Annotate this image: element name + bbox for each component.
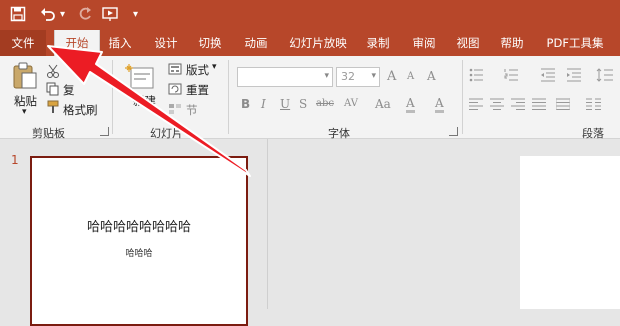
thumbnail-title-text: 哈哈哈哈哈哈哈哈 xyxy=(86,220,191,235)
thumbnail-subtitle-text: 哈哈哈 xyxy=(125,249,153,259)
new-slide-icon[interactable] xyxy=(125,64,155,93)
redo-icon[interactable] xyxy=(77,6,93,27)
distributed-icon[interactable] xyxy=(555,98,571,113)
slide-thumbnail[interactable]: 哈哈哈哈哈哈哈哈 哈哈哈 xyxy=(30,156,248,326)
ribbon-separator xyxy=(462,60,463,134)
font-name-select[interactable]: ▾ xyxy=(237,67,333,87)
character-spacing-button[interactable]: AV xyxy=(344,98,358,109)
tab-insert[interactable]: 插入 xyxy=(104,30,136,56)
font-group-label: 字体 xyxy=(328,127,350,140)
font-size-value: 32 xyxy=(341,70,355,83)
bold-button[interactable]: B xyxy=(241,97,250,111)
tab-view[interactable]: 视图 xyxy=(452,30,484,56)
slide-number: 1 xyxy=(11,153,19,167)
format-painter-label[interactable]: 格式刷 xyxy=(63,102,98,118)
font-color-button[interactable]: A xyxy=(435,97,444,113)
ribbon: 粘贴 ▾ 复 格式刷 剪贴板 新建 版式 ▾ 重置 节 幻灯片 ▾ 32 ▾ A… xyxy=(0,56,620,140)
chevron-down-icon: ▾ xyxy=(324,71,329,81)
underline-button[interactable]: U xyxy=(280,97,290,111)
cut-icon[interactable] xyxy=(46,64,60,81)
clear-formatting-icon[interactable]: A xyxy=(427,69,436,83)
paragraph-group-label: 段落 xyxy=(582,127,604,140)
customize-toolbar-icon[interactable]: ▾ xyxy=(133,6,138,24)
italic-button[interactable]: I xyxy=(261,97,266,111)
section-label[interactable]: 节 xyxy=(186,102,198,118)
undo-icon[interactable] xyxy=(40,6,56,27)
grow-font-icon[interactable]: A xyxy=(387,69,396,84)
tab-animations[interactable]: 动画 xyxy=(240,30,272,56)
highlight-color-button[interactable]: A xyxy=(406,97,415,113)
change-case-button[interactable]: Aa xyxy=(375,97,391,111)
line-spacing-icon[interactable] xyxy=(596,68,614,85)
align-left-icon[interactable] xyxy=(469,98,483,113)
chevron-down-icon: ▾ xyxy=(371,71,376,81)
ribbon-separator xyxy=(112,60,113,134)
tab-transitions[interactable]: 切换 xyxy=(194,30,226,56)
present-from-beginning-icon[interactable] xyxy=(102,6,120,27)
tab-record[interactable]: 录制 xyxy=(362,30,394,56)
columns-icon[interactable] xyxy=(586,98,602,113)
tab-home[interactable]: 开始 xyxy=(54,30,100,56)
section-icon[interactable] xyxy=(168,103,182,118)
new-slide-label[interactable]: 新建 xyxy=(133,93,156,109)
decrease-indent-icon[interactable] xyxy=(540,68,558,85)
copy-label[interactable]: 复 xyxy=(63,82,75,98)
justify-icon[interactable] xyxy=(532,98,546,113)
font-launcher-icon[interactable] xyxy=(449,127,458,136)
ribbon-separator xyxy=(228,60,229,134)
ribbon-tabs: 文件 开始 插入 设计 切换 动画 幻灯片放映 录制 审阅 视图 帮助 PDF工… xyxy=(0,30,620,56)
font-size-select[interactable]: 32 ▾ xyxy=(336,67,380,87)
tab-help[interactable]: 帮助 xyxy=(496,30,528,56)
slide-editing-canvas[interactable] xyxy=(520,156,620,309)
tab-design[interactable]: 设计 xyxy=(150,30,182,56)
save-icon[interactable] xyxy=(10,6,26,27)
layout-label[interactable]: 版式 xyxy=(186,62,209,78)
bullets-icon[interactable] xyxy=(469,68,487,85)
align-center-icon[interactable] xyxy=(490,98,504,113)
copy-icon[interactable] xyxy=(46,82,60,99)
title-bar: ▾ ▾ xyxy=(0,0,620,30)
tab-file[interactable]: 文件 xyxy=(0,30,46,56)
format-painter-icon[interactable] xyxy=(46,100,60,117)
align-right-icon[interactable] xyxy=(511,98,525,113)
paste-icon[interactable] xyxy=(12,62,38,93)
tab-slideshow[interactable]: 幻灯片放映 xyxy=(284,30,352,56)
tab-pdf-tools[interactable]: PDF工具集 xyxy=(540,30,610,56)
layout-icon[interactable] xyxy=(168,63,182,78)
clipboard-launcher-icon[interactable] xyxy=(100,127,109,136)
reset-label[interactable]: 重置 xyxy=(186,82,209,98)
reset-icon[interactable] xyxy=(168,83,182,98)
layout-dropdown-icon[interactable]: ▾ xyxy=(212,62,217,72)
text-shadow-button[interactable]: S xyxy=(299,97,307,111)
paste-dropdown-icon[interactable]: ▾ xyxy=(22,107,27,117)
undo-dropdown-icon[interactable]: ▾ xyxy=(60,6,65,24)
shrink-font-icon[interactable]: A xyxy=(407,71,414,82)
increase-indent-icon[interactable] xyxy=(566,68,584,85)
tab-review[interactable]: 审阅 xyxy=(408,30,440,56)
strikethrough-button[interactable]: abc xyxy=(316,98,334,109)
numbering-icon[interactable] xyxy=(504,68,522,85)
